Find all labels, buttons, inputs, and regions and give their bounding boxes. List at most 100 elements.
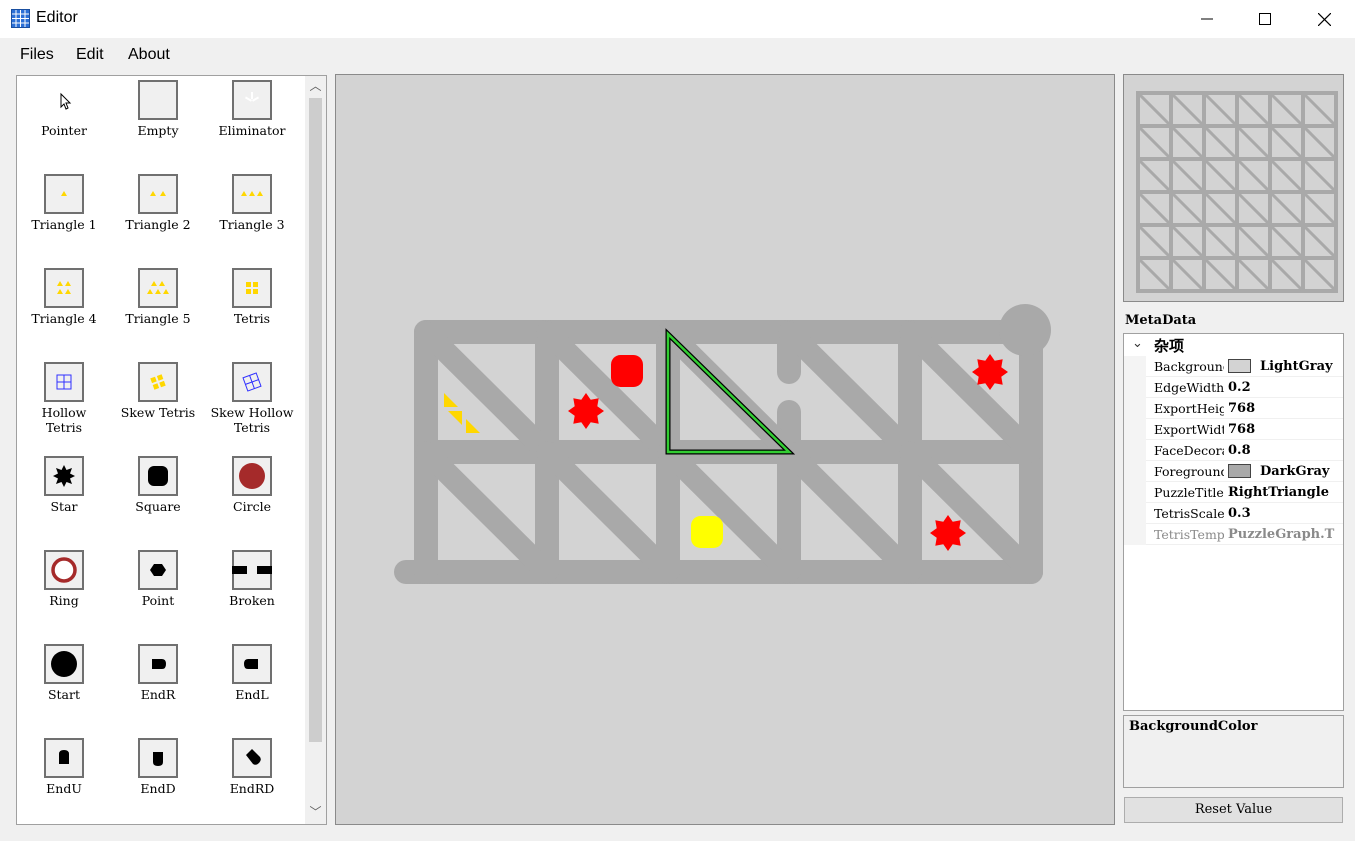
tool-square[interactable]: Square <box>111 452 205 542</box>
tool-triangle-2[interactable]: Triangle 2 <box>111 170 205 260</box>
grid-edge-diagonal[interactable] <box>778 441 921 583</box>
property-value[interactable]: 768 <box>1228 422 1343 437</box>
property-value[interactable]: PuzzleGraph.T <box>1228 527 1343 542</box>
property-value[interactable]: DarkGray <box>1260 464 1343 479</box>
property-value[interactable]: LightGray <box>1260 359 1343 374</box>
preview-diagonal <box>1301 223 1338 260</box>
property-name: TetrisTemplate <box>1154 527 1224 542</box>
property-gutter <box>1124 377 1146 398</box>
tool-point[interactable]: Point <box>111 546 205 636</box>
tool-endl[interactable]: EndL <box>205 640 299 730</box>
tool-hollow-tetris[interactable]: Hollow Tetris <box>17 358 111 448</box>
face-triangles[interactable] <box>444 393 480 433</box>
preview-diagonal <box>1136 124 1173 161</box>
menu-about[interactable]: About <box>128 46 170 64</box>
property-row-backgroundcolor[interactable]: BackgroundColor LightGray <box>1124 356 1343 377</box>
face-square[interactable] <box>611 355 643 387</box>
property-grid: ⌄ 杂项 BackgroundColor LightGray EdgeWidth 0.… <box>1123 333 1344 711</box>
menu-edit[interactable]: Edit <box>76 46 104 64</box>
property-row-foregroundcolor[interactable]: ForegroundColor DarkGray <box>1124 461 1343 482</box>
tool-triangle-1[interactable]: Triangle 1 <box>17 170 111 260</box>
scroll-up-icon[interactable]: ︿ <box>309 80 322 93</box>
property-value[interactable]: 0.2 <box>1228 380 1343 395</box>
tool-start[interactable]: Start <box>17 640 111 730</box>
property-value[interactable]: 0.8 <box>1228 443 1343 458</box>
property-value[interactable]: 768 <box>1228 401 1343 416</box>
tool-ring[interactable]: Ring <box>17 546 111 636</box>
preview-diagonal <box>1301 256 1338 293</box>
scroll-thumb[interactable] <box>309 98 322 742</box>
point-icon <box>138 550 178 590</box>
grid-edge-diagonal[interactable] <box>415 441 558 583</box>
close-button[interactable] <box>1295 0 1353 38</box>
tool-empty[interactable]: Empty <box>111 76 205 166</box>
property-value[interactable]: RightTriangle <box>1228 485 1343 500</box>
grid-edge-diagonal[interactable] <box>415 321 558 463</box>
minimize-button[interactable] <box>1178 0 1236 38</box>
face-star[interactable] <box>930 515 966 551</box>
maximize-button[interactable] <box>1236 0 1294 38</box>
preview-diagonal <box>1301 157 1338 194</box>
tool-label: Start <box>47 687 81 702</box>
tool-skew-tetris[interactable]: Skew Tetris <box>111 358 205 448</box>
tool-triangle-4[interactable]: Triangle 4 <box>17 264 111 354</box>
tool-circle[interactable]: Circle <box>205 452 299 542</box>
tool-triangle-5[interactable]: Triangle 5 <box>111 264 205 354</box>
color-swatch[interactable] <box>1228 359 1251 373</box>
property-row-exportwidth[interactable]: ExportWidth 768 <box>1124 419 1343 440</box>
tool-label: Point <box>141 593 175 608</box>
preview-diagonal <box>1268 223 1305 260</box>
puzzle-graph[interactable] <box>336 75 1114 824</box>
tool-endu[interactable]: EndU <box>17 734 111 824</box>
property-name: ExportWidth <box>1154 422 1224 437</box>
tool-star[interactable]: Star <box>17 452 111 542</box>
tool-label: EndRD <box>229 781 275 796</box>
puzzle-canvas[interactable] <box>335 74 1115 825</box>
property-row-edgewidth[interactable]: EdgeWidth 0.2 <box>1124 377 1343 398</box>
end-right-icon <box>138 644 178 684</box>
maximize-icon <box>1259 13 1271 25</box>
preview-diagonal <box>1301 190 1338 227</box>
window-title: Editor <box>36 9 78 26</box>
grid-edge-diagonal[interactable] <box>778 321 921 463</box>
tool-eliminator[interactable]: Eliminator <box>205 76 299 166</box>
grid-edge-diagonal[interactable] <box>536 441 679 583</box>
tool-endrd[interactable]: EndRD <box>205 734 299 824</box>
face-square[interactable] <box>691 516 723 548</box>
menu-bar: Files Edit About <box>0 38 1355 72</box>
property-row-exportheight[interactable]: ExportHeight 768 <box>1124 398 1343 419</box>
grid-edge-diagonal[interactable] <box>536 321 679 463</box>
selected-face-highlight[interactable] <box>666 331 793 454</box>
face-star[interactable] <box>972 354 1008 390</box>
toolbox-scrollbar[interactable]: ︿ ﹀ <box>305 76 326 824</box>
tool-endd[interactable]: EndD <box>111 734 205 824</box>
property-row-puzzletitle[interactable]: PuzzleTitle RightTriangle <box>1124 482 1343 503</box>
property-name: BackgroundColor <box>1154 359 1224 374</box>
face-star[interactable] <box>568 393 604 429</box>
reset-value-button[interactable]: Reset Value <box>1124 797 1343 823</box>
preview-diagonal <box>1235 190 1272 227</box>
color-swatch[interactable] <box>1228 464 1251 478</box>
category-row[interactable]: ⌄ 杂项 <box>1124 334 1343 356</box>
tool-pointer[interactable]: Pointer <box>17 76 111 166</box>
tool-skew-hollow-tetris[interactable]: Skew Hollow Tetris <box>205 358 299 448</box>
grid-edge-diagonal[interactable] <box>899 441 1042 583</box>
tool-tetris[interactable]: Tetris <box>205 264 299 354</box>
property-row-tetristemplate[interactable]: TetrisTemplate PuzzleGraph.T <box>1124 524 1343 545</box>
preview-diagonal <box>1136 91 1173 128</box>
chevron-down-icon[interactable]: ⌄ <box>1132 336 1143 351</box>
menu-files[interactable]: Files <box>20 46 54 64</box>
property-row-facedecorationscale[interactable]: FaceDecorationScale 0.8 <box>1124 440 1343 461</box>
tool-broken[interactable]: Broken <box>205 546 299 636</box>
triangle-4-icon <box>44 268 84 308</box>
tool-triangle-3[interactable]: Triangle 3 <box>205 170 299 260</box>
tool-label: Tetris <box>233 311 271 326</box>
start-point[interactable] <box>999 304 1051 356</box>
property-value[interactable]: 0.3 <box>1228 506 1343 521</box>
square-icon <box>138 456 178 496</box>
grid-edge-diagonal[interactable] <box>657 441 800 583</box>
preview-diagonal <box>1136 157 1173 194</box>
property-row-tetrisscale[interactable]: TetrisScale 0.3 <box>1124 503 1343 524</box>
scroll-down-icon[interactable]: ﹀ <box>309 806 322 819</box>
tool-endr[interactable]: EndR <box>111 640 205 730</box>
